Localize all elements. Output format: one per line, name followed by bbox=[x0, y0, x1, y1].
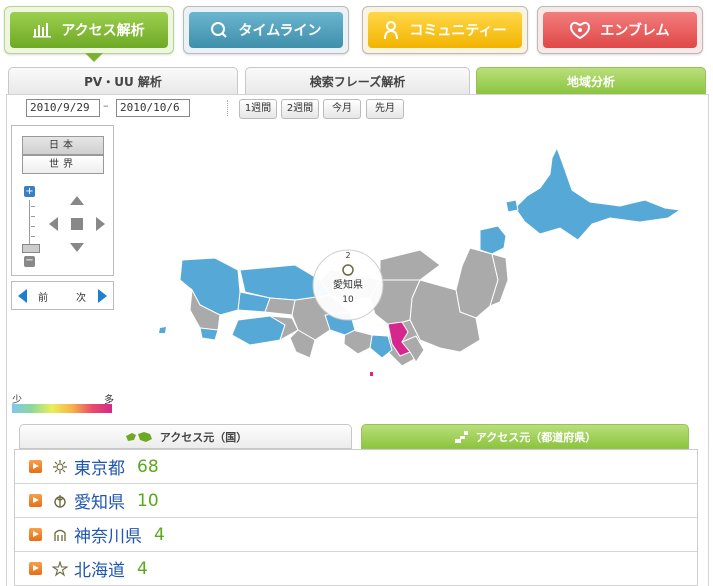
prefecture-name[interactable]: 神奈川県 bbox=[74, 522, 142, 547]
prefecture-list: 東京都 68 愛知県 10 神奈川県 4 北海道 4 bbox=[14, 449, 698, 586]
subtab-pv-uu[interactable]: PV・UU 解析 bbox=[8, 67, 238, 95]
person-icon bbox=[384, 21, 399, 40]
zoom-tick bbox=[31, 216, 35, 217]
list-item[interactable]: 愛知県 10 bbox=[15, 484, 697, 518]
tab-label: アクセス元（国） bbox=[159, 430, 248, 444]
list-item[interactable]: 神奈川県 4 bbox=[15, 518, 697, 552]
tab-label: アクセス解析 bbox=[61, 23, 145, 39]
region-tohoku[interactable] bbox=[479, 225, 507, 255]
zoom-tick bbox=[31, 236, 35, 237]
world-map-icon bbox=[125, 431, 152, 442]
map-control: 日本 世界 + − bbox=[11, 125, 114, 276]
range-this-month-button[interactable]: 今月 bbox=[323, 99, 361, 119]
range-1week-button[interactable]: 1週間 bbox=[239, 99, 277, 119]
play-icon[interactable] bbox=[29, 528, 42, 541]
list-item[interactable]: 東京都 68 bbox=[15, 450, 697, 484]
tab-timeline[interactable]: タイムライン bbox=[183, 6, 349, 54]
next-label[interactable]: 次 bbox=[76, 289, 86, 304]
region-izu-islands[interactable] bbox=[370, 372, 373, 376]
region-hokkaido-island[interactable] bbox=[505, 199, 519, 213]
search-icon bbox=[211, 22, 228, 38]
prefecture-name[interactable]: 愛知県 bbox=[74, 488, 125, 513]
region-hiroshima[interactable] bbox=[264, 297, 296, 316]
next-arrow-icon[interactable] bbox=[98, 289, 107, 303]
pan-left-icon[interactable] bbox=[49, 217, 58, 231]
tab-access-analysis[interactable]: アクセス解析 bbox=[4, 6, 174, 62]
access-count: 4 bbox=[154, 524, 165, 545]
tokyo-emblem-icon bbox=[53, 459, 67, 474]
zoom-out-button[interactable]: − bbox=[24, 256, 35, 267]
emblem-icon bbox=[570, 21, 591, 39]
tab-label: タイムライン bbox=[238, 23, 322, 39]
subtab-search-phrase[interactable]: 検索フレーズ解析 bbox=[245, 67, 470, 95]
divider bbox=[227, 100, 229, 116]
tab-label: コミュニティー bbox=[409, 23, 507, 39]
access-count: 10 bbox=[137, 490, 159, 511]
pan-up-icon[interactable] bbox=[70, 196, 84, 205]
zoom-slider-thumb[interactable] bbox=[22, 244, 40, 253]
play-icon[interactable] bbox=[29, 494, 42, 507]
region-kagoshima[interactable] bbox=[199, 327, 219, 341]
tab-emblem[interactable]: エンブレム bbox=[537, 6, 703, 54]
tab-access-country[interactable]: アクセス元（国） bbox=[19, 424, 352, 449]
prev-next-control: 前 次 bbox=[11, 281, 114, 310]
play-icon[interactable] bbox=[29, 562, 42, 575]
access-count: 4 bbox=[137, 558, 148, 579]
prefecture-name[interactable]: 東京都 bbox=[74, 454, 125, 479]
bar-chart-icon bbox=[33, 23, 52, 38]
region-niigata[interactable] bbox=[379, 249, 441, 281]
end-date-input[interactable]: 2010/10/6 bbox=[116, 99, 190, 117]
start-date-input[interactable]: 2010/9/29 bbox=[26, 99, 100, 117]
prefecture-name[interactable]: 北海道 bbox=[74, 556, 125, 581]
tab-label: エンブレム bbox=[600, 23, 670, 39]
prev-label[interactable]: 前 bbox=[38, 289, 48, 304]
map-tooltip: 2 愛知県 10 bbox=[312, 249, 384, 321]
pan-center-icon[interactable] bbox=[71, 218, 83, 230]
active-tab-pointer bbox=[85, 53, 103, 62]
zoom-tick bbox=[31, 226, 35, 227]
range-2week-button[interactable]: 2週間 bbox=[281, 99, 319, 119]
world-button[interactable]: 世界 bbox=[22, 155, 104, 174]
date-separator: – bbox=[103, 99, 109, 112]
region-tohoku-north[interactable] bbox=[455, 247, 499, 319]
region-okinawa[interactable] bbox=[159, 327, 166, 333]
pan-control bbox=[47, 194, 107, 254]
tooltip-count: 10 bbox=[342, 295, 354, 305]
range-last-month-button[interactable]: 先月 bbox=[366, 99, 404, 119]
tooltip-rank: 2 bbox=[345, 251, 350, 260]
play-icon[interactable] bbox=[29, 460, 42, 473]
analysis-subtabs: PV・UU 解析 検索フレーズ解析 地域分析 bbox=[8, 67, 706, 95]
top-navigation: アクセス解析 タイムライン コミュニティー エンブレム bbox=[0, 0, 713, 64]
list-item[interactable]: 北海道 4 bbox=[15, 552, 697, 586]
prev-arrow-icon[interactable] bbox=[18, 289, 27, 303]
tab-community[interactable]: コミュニティー bbox=[362, 6, 528, 54]
region-hokkaido[interactable] bbox=[514, 146, 682, 241]
zoom-in-button[interactable]: + bbox=[24, 186, 35, 197]
region-kanagawa[interactable] bbox=[369, 334, 393, 359]
hokkaido-emblem-icon bbox=[52, 560, 68, 576]
kanagawa-emblem-icon bbox=[54, 529, 66, 541]
tab-access-prefecture[interactable]: アクセス元（都道府県） bbox=[361, 424, 689, 449]
legend-color-scale bbox=[12, 404, 112, 413]
tooltip-name: 愛知県 bbox=[333, 278, 363, 291]
pan-right-icon[interactable] bbox=[96, 217, 105, 231]
tab-label: アクセス元（都道府県） bbox=[475, 430, 597, 444]
access-count: 68 bbox=[137, 456, 159, 477]
region-kyushu[interactable] bbox=[179, 257, 241, 316]
japan-button[interactable]: 日本 bbox=[22, 136, 104, 155]
pan-down-icon[interactable] bbox=[70, 243, 84, 252]
japan-map-icon bbox=[454, 430, 468, 443]
aichi-emblem-icon bbox=[54, 494, 66, 508]
zoom-tick bbox=[31, 206, 35, 207]
subtab-region[interactable]: 地域分析 bbox=[476, 67, 706, 95]
japan-map[interactable]: 2 愛知県 10 bbox=[120, 130, 700, 410]
